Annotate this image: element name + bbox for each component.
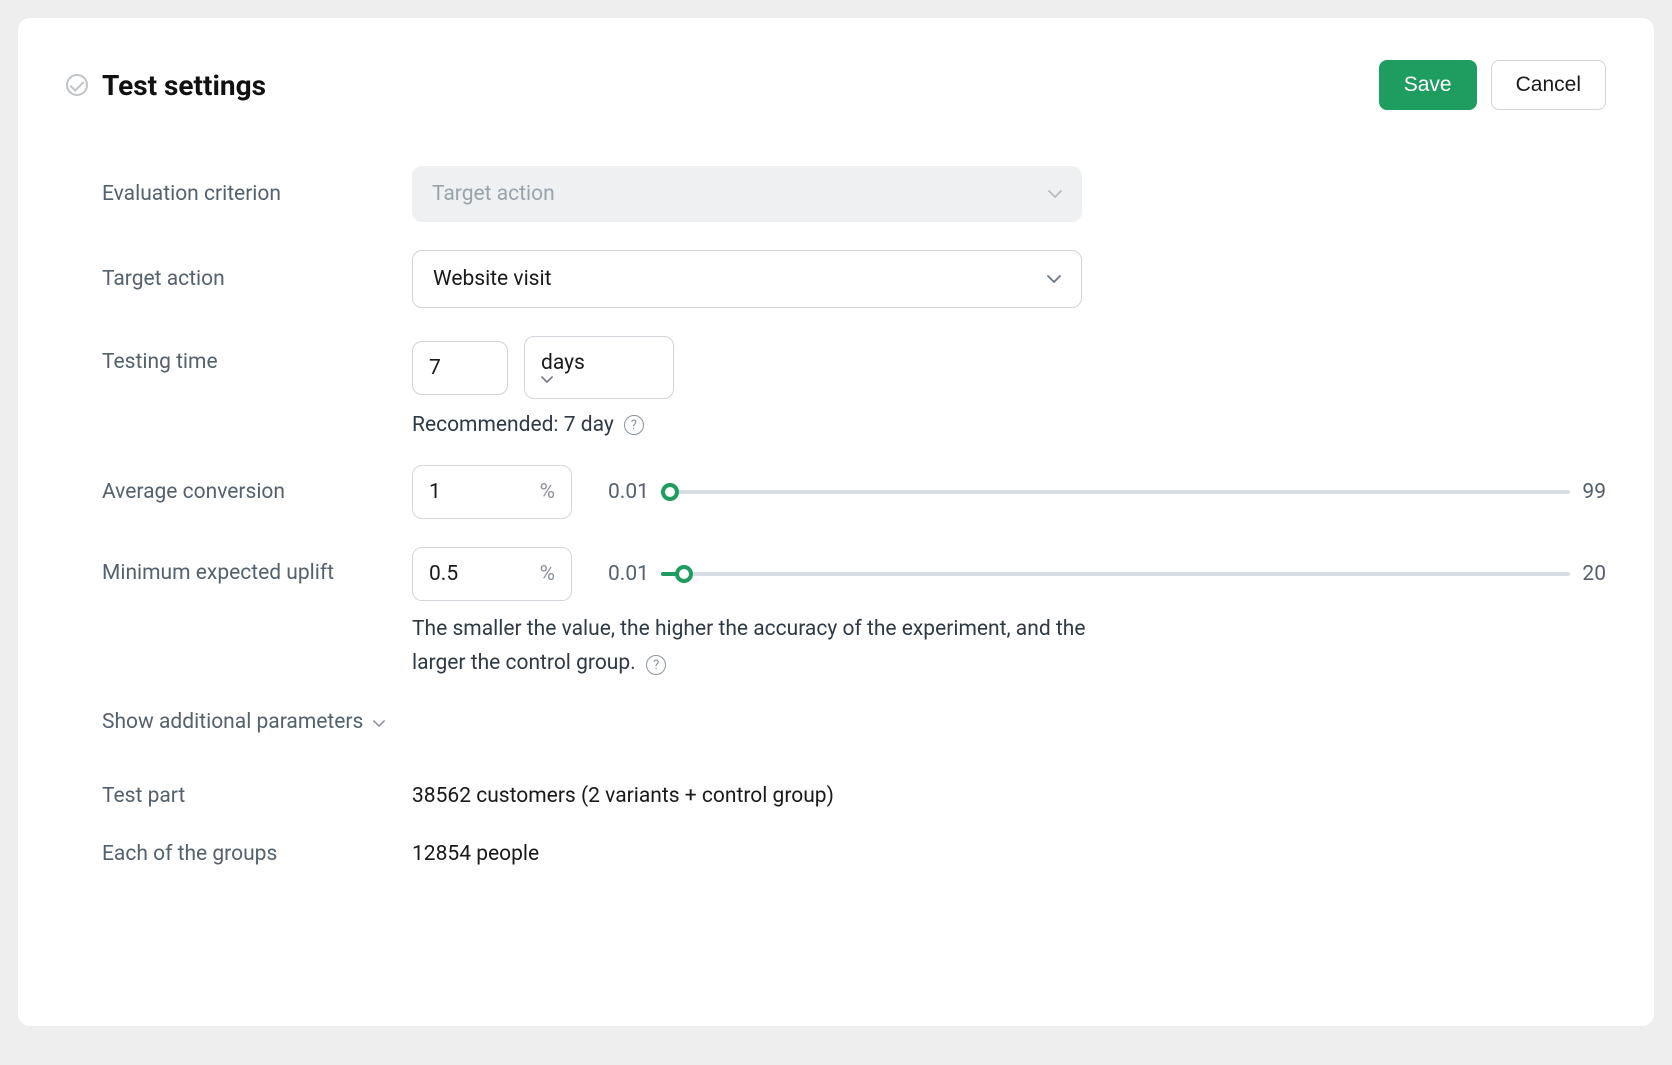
label-test-part: Test part [102,784,412,808]
testing-time-input[interactable]: 7 [412,341,508,395]
slider-thumb[interactable] [675,565,693,583]
label-evaluation-criterion: Evaluation criterion [102,182,412,206]
percent-unit: % [540,562,555,586]
row-testing-time: Testing time 7 days Recommended: 7 day [102,336,1606,437]
average-conversion-value: 1 [429,480,441,504]
label-target-action: Target action [102,267,412,291]
test-part-value: 38562 customers (2 variants + control gr… [412,784,834,808]
form: Evaluation criterion Target action Targe… [66,166,1606,866]
field-evaluation-criterion: Target action [412,166,1606,222]
row-test-part: Test part 38562 customers (2 variants + … [102,784,1606,808]
average-conversion-input[interactable]: 1 % [412,465,572,519]
testing-time-hint: Recommended: 7 day ? [412,413,1606,437]
row-each-group: Each of the groups 12854 people [102,842,1606,866]
testing-time-unit-select[interactable]: days [524,336,674,399]
field-min-uplift: 0.5 % 0.01 20 The smaller the value, the… [412,547,1606,680]
slider-min: 0.01 [608,562,649,586]
min-uplift-slider-wrap: 0.01 20 [608,562,1606,586]
min-uplift-slider[interactable] [661,572,1570,576]
help-icon[interactable]: ? [646,655,666,675]
target-action-value: Website visit [433,267,552,291]
slider-min: 0.01 [608,480,649,504]
field-target-action: Website visit [412,250,1606,308]
header-actions: Save Cancel [1379,60,1606,110]
each-group-value: 12854 people [412,842,539,866]
title-wrap: Test settings [66,69,266,102]
slider-max: 99 [1582,480,1606,504]
target-action-select[interactable]: Website visit [412,250,1082,308]
min-uplift-input[interactable]: 0.5 % [412,547,572,601]
label-average-conversion: Average conversion [102,480,412,504]
label-min-uplift: Minimum expected uplift [102,547,412,585]
check-circle-icon [66,74,88,96]
label-each-group: Each of the groups [102,842,412,866]
evaluation-criterion-placeholder: Target action [432,182,555,206]
average-conversion-slider-wrap: 0.01 99 [608,480,1606,504]
row-average-conversion: Average conversion 1 % 0.01 99 [102,465,1606,519]
chevron-down-icon [1047,274,1061,284]
slider-max: 20 [1582,562,1606,586]
help-icon[interactable]: ? [624,415,644,435]
slider-thumb[interactable] [661,483,679,501]
min-uplift-help: The smaller the value, the higher the ac… [412,613,1112,680]
testing-time-group: 7 days [412,336,1606,399]
chevron-down-icon [1048,189,1062,199]
row-target-action: Target action Website visit [102,250,1606,308]
row-min-uplift: Minimum expected uplift 0.5 % 0.01 20 [102,547,1606,680]
row-evaluation-criterion: Evaluation criterion Target action [102,166,1606,222]
min-uplift-value: 0.5 [429,562,458,586]
testing-time-value: 7 [429,356,441,380]
chevron-down-icon [373,710,385,734]
field-testing-time: 7 days Recommended: 7 day ? [412,336,1606,437]
cancel-button[interactable]: Cancel [1491,60,1606,110]
testing-time-unit: days [541,351,585,375]
show-additional-parameters-toggle[interactable]: Show additional parameters [102,710,1606,734]
label-testing-time: Testing time [102,336,412,374]
percent-unit: % [540,480,555,504]
field-average-conversion: 1 % 0.01 99 [412,465,1606,519]
test-settings-card: Test settings Save Cancel Evaluation cri… [18,18,1654,1026]
average-conversion-slider[interactable] [661,490,1570,494]
chevron-down-icon [541,375,657,384]
min-uplift-help-text: The smaller the value, the higher the ac… [412,617,1085,675]
testing-time-recommendation: Recommended: 7 day [412,413,614,437]
header: Test settings Save Cancel [66,60,1606,110]
evaluation-criterion-select[interactable]: Target action [412,166,1082,222]
expander-label: Show additional parameters [102,710,363,734]
page-title: Test settings [102,69,266,102]
save-button[interactable]: Save [1379,60,1477,110]
